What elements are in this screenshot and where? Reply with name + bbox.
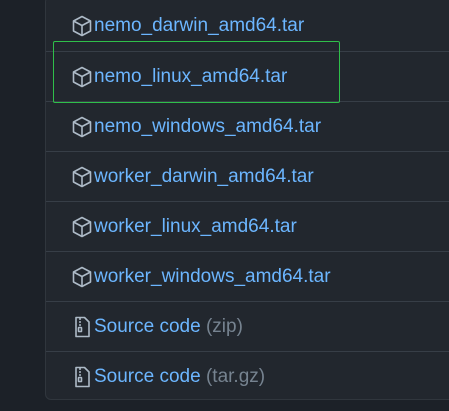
source-format: (tar.gz) [205, 365, 266, 387]
package-icon [72, 266, 92, 287]
source-code-zip-link[interactable]: Source code (zip) [94, 316, 243, 338]
release-assets-list: nemo_darwin_amd64.tar nemo_linux_amd64.t… [45, 0, 449, 400]
package-icon [72, 116, 92, 137]
source-format: (zip) [205, 315, 243, 337]
asset-link[interactable]: worker_darwin_amd64.tar [94, 166, 314, 188]
file-zip-icon [75, 316, 90, 337]
asset-link[interactable]: worker_linux_amd64.tar [94, 216, 297, 238]
source-label: Source code [94, 365, 201, 387]
source-row[interactable]: Source code (tar.gz) [46, 351, 449, 401]
source-code-targz-link[interactable]: Source code (tar.gz) [94, 366, 265, 388]
asset-row[interactable]: nemo_windows_amd64.tar [46, 101, 449, 151]
asset-row[interactable]: worker_linux_amd64.tar [46, 201, 449, 251]
package-icon [72, 166, 92, 187]
asset-link[interactable]: nemo_darwin_amd64.tar [94, 15, 304, 37]
asset-link[interactable]: nemo_windows_amd64.tar [94, 116, 321, 138]
asset-link[interactable]: worker_windows_amd64.tar [94, 266, 331, 288]
source-row[interactable]: Source code (zip) [46, 301, 449, 351]
package-icon [72, 216, 92, 237]
source-label: Source code [94, 315, 201, 337]
asset-link[interactable]: nemo_linux_amd64.tar [94, 66, 287, 88]
asset-row[interactable]: worker_windows_amd64.tar [46, 251, 449, 301]
asset-row[interactable]: nemo_darwin_amd64.tar [46, 1, 449, 51]
file-zip-icon [75, 366, 90, 387]
package-icon [72, 66, 92, 87]
asset-row[interactable]: nemo_linux_amd64.tar [46, 51, 449, 101]
package-icon [72, 15, 92, 37]
asset-row[interactable]: worker_darwin_amd64.tar [46, 151, 449, 201]
